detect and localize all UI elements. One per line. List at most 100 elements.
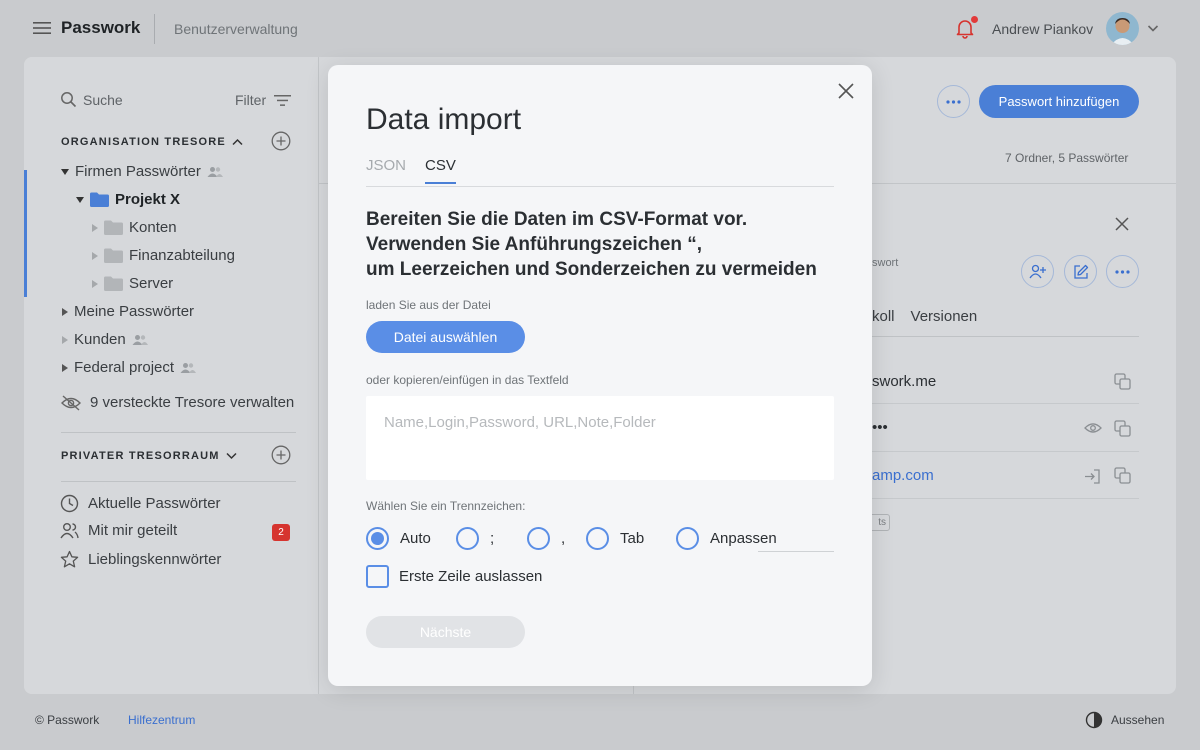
add-vault-icon[interactable] [271, 131, 291, 151]
avatar[interactable] [1106, 12, 1139, 45]
sidebar-divider [61, 481, 296, 482]
tree-item-meine[interactable]: Meine Passwörter [62, 303, 194, 320]
collapsed-arrow-icon [62, 335, 68, 344]
sidebar-divider [61, 432, 296, 433]
login-field: swork.me [872, 373, 937, 390]
favorites-item[interactable]: Lieblingskennwörter [60, 550, 221, 569]
more-dots-icon [1115, 269, 1130, 274]
collapsed-arrow-icon [92, 279, 98, 288]
tab-versions[interactable]: Versionen [911, 308, 978, 325]
hamburger-menu-icon[interactable] [33, 20, 51, 36]
collapsed-arrow-icon [62, 363, 68, 372]
tree-item-konten[interactable]: Konten [92, 219, 177, 236]
chevron-down-icon[interactable] [1147, 23, 1159, 33]
filter-icon [274, 94, 292, 106]
collapsed-arrow-icon [92, 251, 98, 260]
add-user-icon [1029, 264, 1046, 279]
file-upload-label: laden Sie aus der Datei [366, 298, 491, 312]
recent-passwords-item[interactable]: Aktuelle Passwörter [60, 494, 221, 513]
users-icon [60, 523, 79, 539]
more-dots-icon [946, 99, 961, 104]
field-divider [872, 498, 1139, 499]
shared-users-icon [132, 334, 148, 345]
org-vaults-heading[interactable]: ORGANISATION TRESORE [61, 136, 243, 148]
close-icon[interactable] [838, 83, 854, 99]
top-header: Passwork Benutzerverwaltung Andrew Piank… [0, 0, 1200, 57]
app-logo[interactable]: Passwork [61, 18, 140, 38]
csv-instructions: Bereiten Sie die Daten im CSV-Format vor… [366, 209, 817, 280]
skip-first-row-checkbox[interactable] [366, 565, 389, 588]
notification-dot [971, 16, 978, 23]
csv-textarea[interactable] [366, 396, 834, 480]
tab-json[interactable]: JSON [366, 157, 406, 182]
copy-icon[interactable] [1114, 420, 1131, 437]
skip-first-row-label: Erste Zeile auslassen [399, 568, 543, 585]
folder-password-count: 7 Ordner, 5 Passwörter [1005, 151, 1129, 165]
folder-icon [104, 248, 123, 263]
clock-icon [60, 494, 79, 513]
search-field[interactable]: Suche [60, 91, 123, 108]
shared-users-icon [180, 362, 197, 373]
header-divider [154, 14, 155, 44]
open-link-icon[interactable] [1084, 468, 1101, 485]
copyright: © Passwork [35, 713, 100, 727]
radio-comma-label: , [561, 530, 566, 547]
custom-separator-input[interactable] [758, 531, 834, 552]
private-vault-heading[interactable]: PRIVATER TRESORRAUM [61, 450, 237, 462]
copy-icon[interactable] [1114, 467, 1131, 484]
password-field: ••• [872, 419, 888, 436]
separator-options: Auto ; , Tab Anpassen [366, 527, 777, 550]
radio-auto[interactable] [366, 527, 389, 550]
radio-tab-label: Tab [620, 530, 645, 547]
help-center-link[interactable]: Hilfezentrum [128, 713, 195, 727]
more-options-button[interactable] [937, 85, 970, 118]
tree-item-server[interactable]: Server [92, 275, 173, 292]
eye-icon[interactable] [1084, 421, 1102, 438]
tree-item-finanzabteilung[interactable]: Finanzabteilung [92, 247, 235, 264]
shared-users-icon [207, 166, 223, 177]
expanded-arrow-icon [61, 168, 69, 175]
separator-label: Wählen Sie ein Trennzeichen: [366, 499, 526, 513]
choose-file-button[interactable]: Datei auswählen [366, 321, 525, 353]
tab-csv[interactable]: CSV [425, 157, 456, 184]
edit-button[interactable] [1064, 255, 1097, 288]
detail-subtitle: swort [872, 257, 899, 269]
search-label: Suche [83, 91, 123, 108]
detail-tabs: koll Versionen [872, 308, 977, 325]
import-format-tabs: JSON CSV [366, 157, 834, 187]
close-detail-icon[interactable] [1115, 217, 1129, 231]
filter-label: Filter [235, 92, 267, 108]
next-button[interactable]: Nächste [366, 616, 525, 648]
tree-item-projekt-x[interactable]: Projekt X [76, 191, 180, 208]
tree-item-federal[interactable]: Federal project [62, 359, 197, 376]
field-divider [872, 403, 1139, 404]
chevron-down-icon [226, 452, 237, 460]
add-private-vault-icon[interactable] [271, 445, 291, 465]
tree-item-kunden[interactable]: Kunden [62, 331, 148, 348]
sidebar: Suche Filter ORGANISATION TRESORE Firmen… [24, 57, 319, 694]
shared-count-badge: 2 [272, 524, 290, 541]
field-divider [872, 451, 1139, 452]
tree-item-firmen[interactable]: Firmen Passwörter [61, 163, 223, 180]
filter-button[interactable]: Filter [235, 92, 292, 108]
skip-first-row[interactable]: Erste Zeile auslassen [366, 565, 542, 588]
radio-comma[interactable] [527, 527, 550, 550]
data-import-dialog: Data import JSON CSV Bereiten Sie die Da… [328, 65, 872, 686]
hidden-vaults-link[interactable]: 9 versteckte Tresore verwalten [61, 394, 294, 411]
shared-with-me-item[interactable]: Mit mir geteilt [60, 522, 177, 539]
folder-icon [104, 220, 123, 235]
detail-tab-underline [872, 336, 1139, 337]
radio-tab[interactable] [586, 527, 609, 550]
user-name[interactable]: Andrew Piankov [992, 21, 1093, 37]
tab-protocol[interactable]: koll [872, 308, 895, 325]
add-password-button[interactable]: Passwort hinzufügen [979, 85, 1139, 118]
contrast-icon [1085, 711, 1103, 729]
appearance-toggle[interactable]: Aussehen [1085, 711, 1164, 729]
radio-custom[interactable] [676, 527, 699, 550]
more-detail-button[interactable] [1106, 255, 1139, 288]
radio-semicolon[interactable] [456, 527, 479, 550]
add-user-button[interactable] [1021, 255, 1054, 288]
url-field[interactable]: amp.com [872, 467, 934, 484]
copy-icon[interactable] [1114, 373, 1131, 390]
collapsed-arrow-icon [92, 223, 98, 232]
